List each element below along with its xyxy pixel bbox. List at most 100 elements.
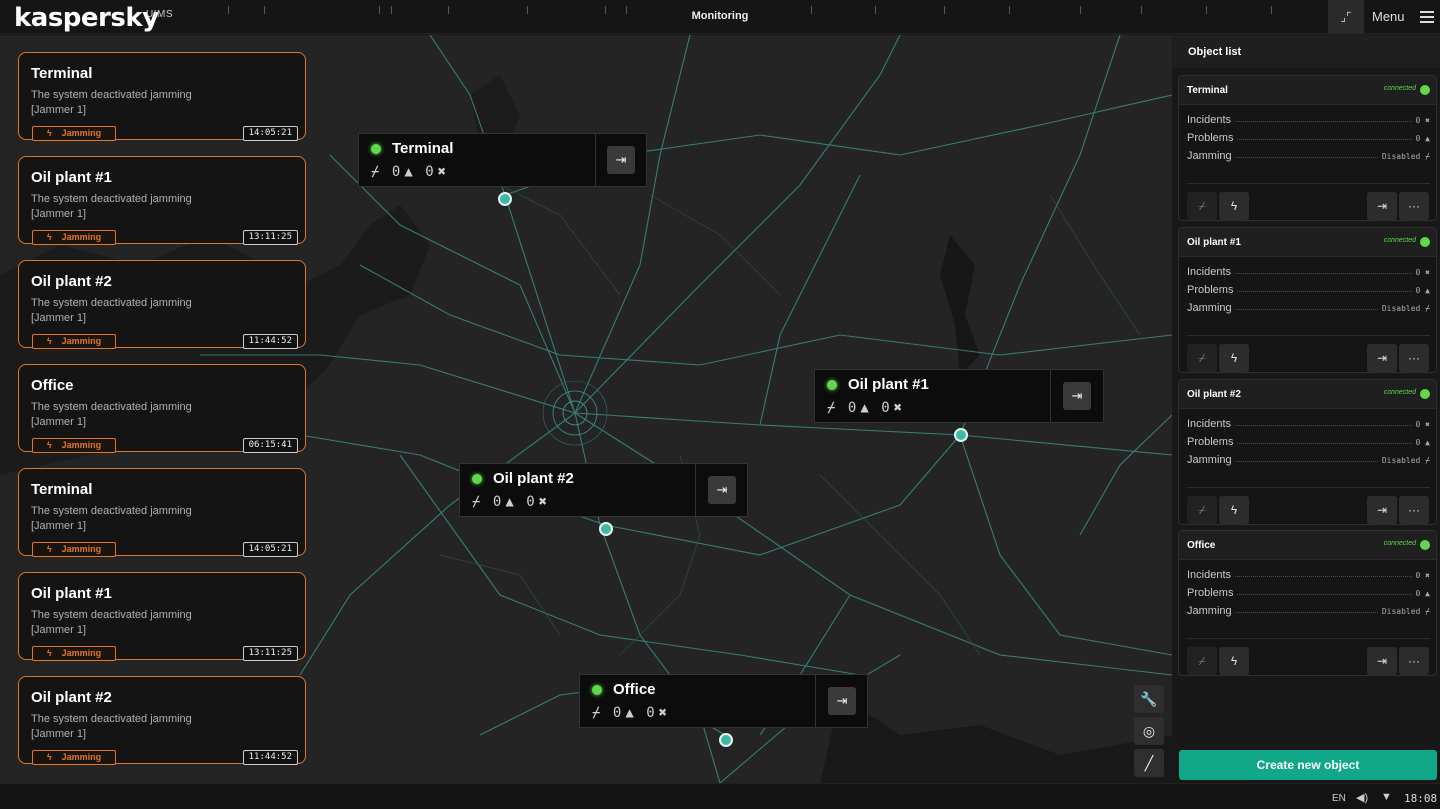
connection-status: connected [1383,85,1416,92]
enter-button[interactable]: ⇥ [708,476,736,504]
jamming-off-button[interactable]: ⌿ [1187,344,1217,372]
logo-subtitle: UIMS [146,9,173,20]
event-card[interactable]: Terminal The system deactivated jamming[… [18,52,306,141]
object-card-oil-plant-1[interactable]: Oil plant #1 connected Incidents 0 ✖ Prob… [1178,227,1437,373]
timeline-tick [264,6,265,14]
enter-object-button[interactable]: ⇥ [1367,192,1397,220]
event-card[interactable]: Oil plant #2 The system deactivated jamm… [18,676,306,765]
jamming-on-button[interactable]: ϟ [1219,192,1249,220]
enter-button[interactable]: ⇥ [607,146,635,174]
jamming-label: Jamming [1187,605,1235,617]
map-pin-oil-plant-2[interactable] [599,522,613,536]
event-card[interactable]: Oil plant #1 The system deactivated jamm… [18,572,306,661]
jamming-on-button[interactable]: ϟ [1219,344,1249,372]
more-button[interactable]: ··· [1399,496,1429,524]
event-card[interactable]: Oil plant #1 The system deactivated jamm… [18,156,306,245]
jamming-off-icon: ⌿ [1198,654,1206,668]
jamming-off-button[interactable]: ⌿ [1187,496,1217,524]
event-title: Oil plant #1 [31,169,112,186]
enter-button[interactable]: ⇥ [1063,382,1091,410]
object-name: Terminal [1187,85,1228,96]
jamming-value: Disabled ⌿ [1378,302,1430,316]
map-measure-button[interactable]: ╱ [1134,749,1164,777]
event-title: Oil plant #2 [31,273,112,290]
status-bar: EN ◀) ▼ 18:08 [0,783,1440,809]
object-name: Oil plant #1 [1187,237,1241,248]
event-card[interactable]: Office The system deactivated jamming [Ja… [18,364,306,453]
timeline-tick [626,6,627,14]
event-time: 14:05:21 [242,126,298,141]
enter-icon: ⇥ [615,152,627,167]
map-popup-terminal[interactable]: Terminal ⌿ 0 ▲ 0 ✖ ⇥ [358,133,647,187]
more-button[interactable]: ··· [1399,647,1429,675]
map-popup-oil-plant-1[interactable]: Oil plant #1 ⌿ 0 ▲ 0 ✖ ⇥ [814,369,1104,423]
incidents-label: Incidents [1187,114,1235,126]
timeline-tick [448,6,449,14]
bolt-icon: ϟ [46,544,52,554]
event-tag: ϟ Jamming [32,126,116,141]
map-popup-office[interactable]: Office ⌿ 0 ▲ 0 ✖ ⇥ [579,674,868,728]
problems-value: 0 ▲ [1412,587,1430,601]
enter-object-button[interactable]: ⇥ [1367,647,1397,675]
jamming-on-button[interactable]: ϟ [1219,647,1249,675]
object-name: Oil plant #2 [1187,389,1241,400]
map-pin-terminal[interactable] [498,192,512,206]
language-indicator[interactable]: EN [1332,793,1346,804]
popup-divider [815,675,816,727]
popup-name: Oil plant #1 [848,376,929,393]
warning-icon: ▲ [1425,589,1430,598]
jamming-on-button[interactable]: ϟ [1219,496,1249,524]
volume-icon[interactable]: ◀) [1356,791,1368,804]
event-description: The system deactivated jamming [Jammer 1] [31,89,192,116]
tools-icon: ✖ [538,494,548,510]
map-settings-button[interactable]: 🔧 [1134,685,1164,713]
jamming-off-icon: ⌿ [1198,503,1206,517]
timeline-tick [379,6,380,14]
bolt-icon: ϟ [46,128,52,138]
menu-button[interactable]: Menu [1372,0,1436,34]
popup-stats: ⌿ 0 ▲ 0 ✖ [472,494,551,510]
status-dot [371,144,381,154]
event-card[interactable]: Terminal The system deactivated jamming[… [18,468,306,557]
menu-label: Menu [1372,9,1405,24]
jamming-off-button[interactable]: ⌿ [1187,192,1217,220]
ruler-icon: ╱ [1144,755,1154,771]
object-card-office[interactable]: Office connected Incidents 0 ✖ Problems 0 … [1178,530,1437,676]
warning-icon: ▲ [860,400,869,416]
jamming-off-button[interactable]: ⌿ [1187,647,1217,675]
map-pin-oil-plant-1[interactable] [954,428,968,442]
hamburger-icon [1420,11,1434,23]
warning-icon: ▲ [625,705,634,721]
problems-value: 0 ▲ [1412,132,1430,146]
event-time: 11:44:52 [242,750,298,765]
event-description: The system deactivated jamming [Jammer 1] [31,193,192,220]
map-pin-office[interactable] [719,733,733,747]
more-button[interactable]: ··· [1399,344,1429,372]
collapse-button[interactable]: ⌟⌜ [1328,0,1364,34]
incidents-label: Incidents [1187,266,1235,278]
create-new-object-button[interactable]: Create new object [1179,750,1437,780]
warning-icon: ▲ [1425,438,1430,447]
event-description: The system deactivated jamming [Jammer 1] [31,609,192,636]
jamming-label: Jamming [1187,150,1235,162]
object-card-oil-plant-2[interactable]: Oil plant #2 connected Incidents 0 ✖ Prob… [1178,379,1437,525]
timeline-tick [1080,6,1081,14]
incidents-value: 0 ✖ [1412,266,1430,280]
enter-object-button[interactable]: ⇥ [1367,344,1397,372]
enter-object-button[interactable]: ⇥ [1367,496,1397,524]
enter-button[interactable]: ⇥ [828,687,856,715]
event-card[interactable]: Oil plant #2 The system deactivated jamm… [18,260,306,349]
more-button[interactable]: ··· [1399,192,1429,220]
warning-icon: ▲ [404,164,413,180]
map-locate-button[interactable]: ◎ [1134,717,1164,745]
problems-count: 0 [391,164,401,180]
event-time: 13:11:25 [242,230,298,245]
map-popup-oil-plant-2[interactable]: Oil plant #2 ⌿ 0 ▲ 0 ✖ ⇥ [459,463,748,517]
wifi-icon[interactable]: ▼ [1381,791,1392,803]
timeline-tick [391,6,392,14]
event-description: The system deactivated jamming [Jammer 1] [31,401,192,428]
jamming-off-icon: ⌿ [592,705,601,721]
object-card-terminal[interactable]: Terminal connected Incidents 0 ✖ Problems… [1178,75,1437,221]
event-title: Terminal [31,65,93,82]
popup-stats: ⌿ 0 ▲ 0 ✖ [592,705,671,721]
